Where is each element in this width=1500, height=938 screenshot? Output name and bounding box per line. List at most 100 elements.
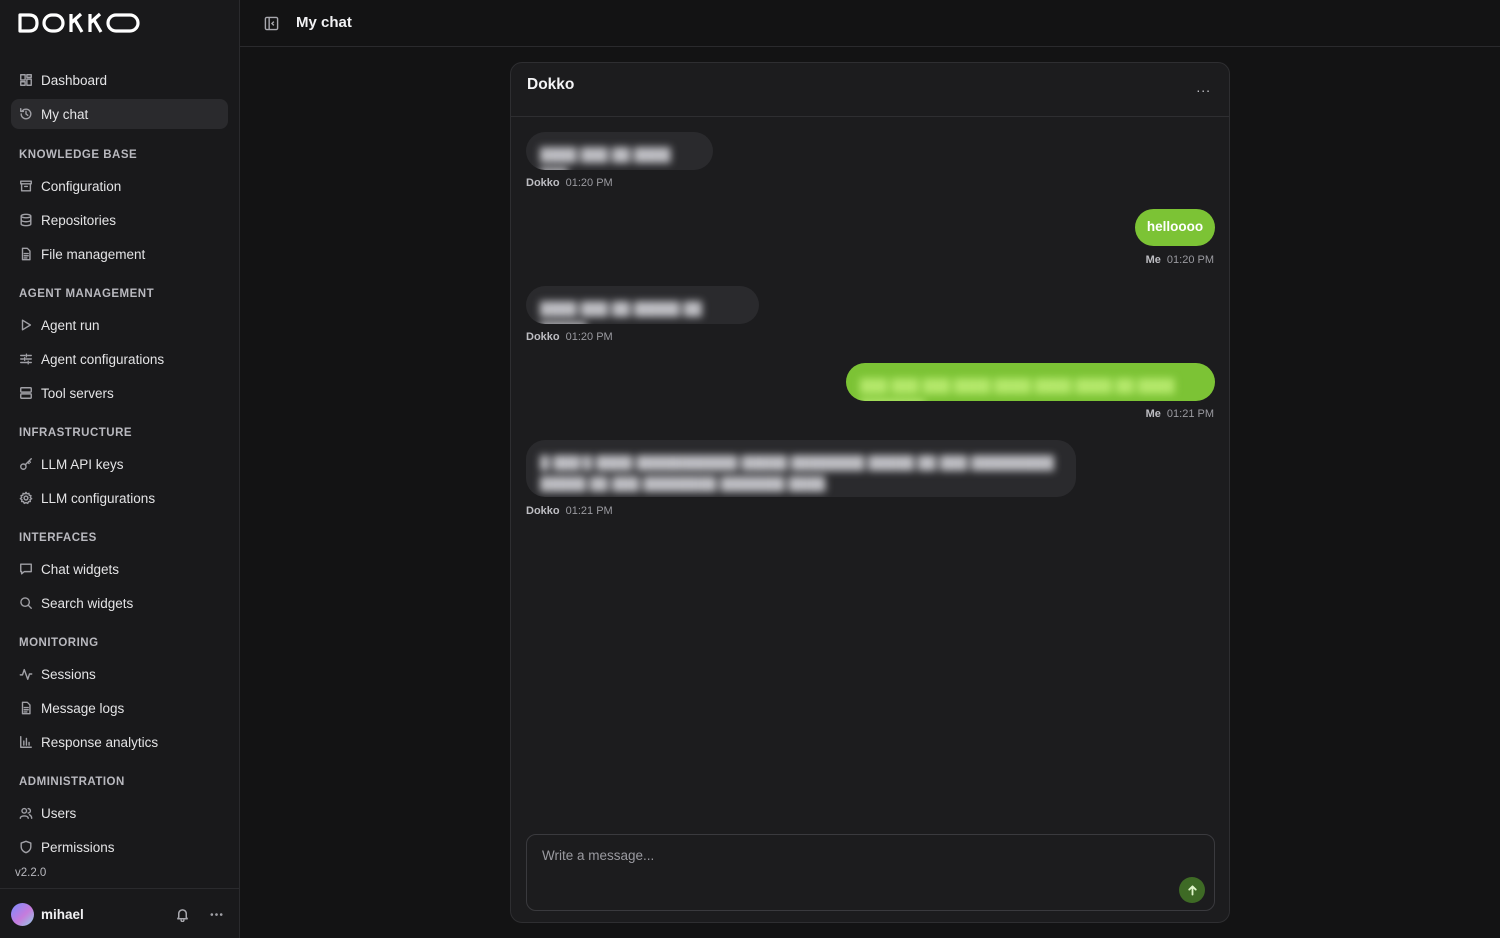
sidebar-toggle-icon[interactable] (264, 16, 279, 31)
message-sender: Dokko (526, 331, 560, 343)
sidebar-item-tool-servers[interactable]: Tool servers (11, 378, 228, 408)
sidebar-item-permissions[interactable]: Permissions (11, 832, 228, 862)
section-label-monitoring: MONITORING (19, 637, 99, 649)
dashboard-icon (19, 73, 33, 87)
message-meta: Dokko 01:20 PM (526, 177, 613, 189)
message-time: 01:21 PM (1166, 408, 1214, 420)
file-icon (19, 247, 33, 261)
message-input[interactable] (527, 835, 1214, 910)
sidebar-item-label: Chat widgets (41, 561, 120, 577)
username[interactable]: mihael (41, 907, 84, 922)
message-meta: Me 01:21 PM (1146, 408, 1214, 420)
message-time: 01:20 PM (1166, 254, 1214, 266)
sidebar-item-my-chat[interactable]: My chat (11, 99, 228, 129)
message-text: helloooo (1146, 219, 1204, 234)
user-bar: mihael (0, 888, 240, 938)
message-bubble: ████ ███ ██ ████ ███ (526, 132, 713, 170)
database-icon (19, 213, 33, 227)
chat-menu-button[interactable]: ... (1196, 79, 1211, 95)
sidebar-item-label: Configuration (41, 178, 122, 194)
sidebar-item-label: Sessions (41, 666, 96, 682)
sidebar-item-sessions[interactable]: Sessions (11, 659, 228, 689)
sidebar-item-chat-widgets[interactable]: Chat widgets (11, 554, 228, 584)
sidebar-item-label: Repositories (41, 212, 117, 228)
message-bubble: helloooo (1135, 209, 1215, 246)
sidebar-item-label: Agent run (41, 317, 100, 333)
chat-icon (19, 562, 33, 576)
dokko-logo[interactable] (18, 12, 144, 34)
message-meta: Dokko 01:20 PM (526, 331, 613, 343)
chat-header: Dokko ... (511, 63, 1229, 117)
sidebar-item-file-management[interactable]: File management (11, 239, 228, 269)
sidebar-item-label: Search widgets (41, 595, 134, 611)
section-label-infrastructure: INFRASTRUCTURE (19, 427, 133, 439)
sidebar-item-agent-configurations[interactable]: Agent configurations (11, 344, 228, 374)
sidebar-item-label: My chat (41, 106, 89, 122)
message-composer (526, 834, 1215, 911)
sidebar-item-agent-run[interactable]: Agent run (11, 310, 228, 340)
message-sender: Me (1145, 254, 1161, 266)
message-sender: Dokko (526, 505, 560, 517)
section-label-administration: ADMINISTRATION (19, 776, 125, 788)
message-time: 01:20 PM (565, 331, 613, 343)
message-bubble: ███ ███ ███ ████ ████ ████ ████ ██ ████ … (846, 363, 1215, 401)
page-header: My chat (240, 0, 1500, 47)
search-icon (19, 596, 33, 610)
sidebar-item-label: File management (41, 246, 146, 262)
sidebar-item-response-analytics[interactable]: Response analytics (11, 727, 228, 757)
message-sender: Dokko (526, 177, 560, 189)
sidebar-item-label: Message logs (41, 700, 125, 716)
section-label-knowledge-base: KNOWLEDGE BASE (19, 149, 138, 161)
message-sender: Me (1145, 408, 1161, 420)
more-options-icon[interactable] (209, 907, 224, 922)
chat-title: Dokko (527, 76, 575, 93)
file-text-icon (19, 701, 33, 715)
activity-icon (19, 667, 33, 681)
send-button[interactable] (1179, 877, 1205, 903)
sidebar-item-label: Permissions (41, 839, 115, 855)
archive-icon (19, 179, 33, 193)
section-label-interfaces: INTERFACES (19, 532, 97, 544)
sidebar-item-label: Tool servers (41, 385, 114, 401)
message-bubble: █ ███'█ ████ ███████████ █████ ████████ … (526, 440, 1076, 497)
arrow-up-icon (1187, 884, 1197, 896)
sidebar-item-label: Users (41, 805, 77, 821)
sliders-icon (19, 352, 33, 366)
sidebar-item-label: LLM configurations (41, 490, 156, 506)
history-icon (19, 107, 33, 121)
message-text-redacted: █ ███'█ ████ ███████████ █████ ████████ … (540, 455, 1054, 491)
bell-icon[interactable] (175, 907, 190, 923)
sidebar-item-configuration[interactable]: Configuration (11, 171, 228, 201)
sidebar-item-dashboard[interactable]: Dashboard (11, 65, 228, 95)
sidebar-item-llm-api-keys[interactable]: LLM API keys (11, 449, 228, 479)
sidebar: Dashboard My chat KNOWLEDGE BASE Configu… (0, 0, 240, 938)
shield-icon (19, 840, 33, 854)
chat-panel: Dokko ... ████ ███ ██ ████ ███ Dokko 01:2… (510, 62, 1230, 923)
message-text-redacted: ████ ███ ██ █████ ██ █████ (540, 301, 702, 324)
sidebar-item-label: Response analytics (41, 734, 159, 750)
message-meta: Dokko 01:21 PM (526, 505, 613, 517)
sidebar-item-search-widgets[interactable]: Search widgets (11, 588, 228, 618)
sidebar-item-label: Agent configurations (41, 351, 165, 367)
sidebar-item-label: Dashboard (41, 72, 108, 88)
avatar[interactable] (11, 903, 34, 926)
sidebar-item-llm-configurations[interactable]: LLM configurations (11, 483, 228, 513)
gear-icon (19, 491, 33, 505)
page-title: My chat (296, 14, 352, 31)
key-icon (19, 457, 33, 471)
play-icon (19, 318, 33, 332)
section-label-agent-management: AGENT MANAGEMENT (19, 288, 155, 300)
users-icon (19, 806, 33, 820)
message-bubble: ████ ███ ██ █████ ██ █████ (526, 286, 759, 324)
app-version: v2.2.0 (15, 867, 47, 879)
message-time: 01:20 PM (565, 177, 613, 189)
sidebar-item-repositories[interactable]: Repositories (11, 205, 228, 235)
message-text-redacted: ███ ███ ███ ████ ████ ████ ████ ██ ████ … (860, 378, 1175, 401)
sidebar-item-label: LLM API keys (41, 456, 124, 472)
sidebar-item-message-logs[interactable]: Message logs (11, 693, 228, 723)
server-icon (19, 386, 33, 400)
message-text-redacted: ████ ███ ██ ████ ███ (540, 147, 671, 170)
sidebar-item-users[interactable]: Users (11, 798, 228, 828)
bar-chart-icon (19, 735, 33, 749)
message-meta: Me 01:20 PM (1146, 254, 1214, 266)
